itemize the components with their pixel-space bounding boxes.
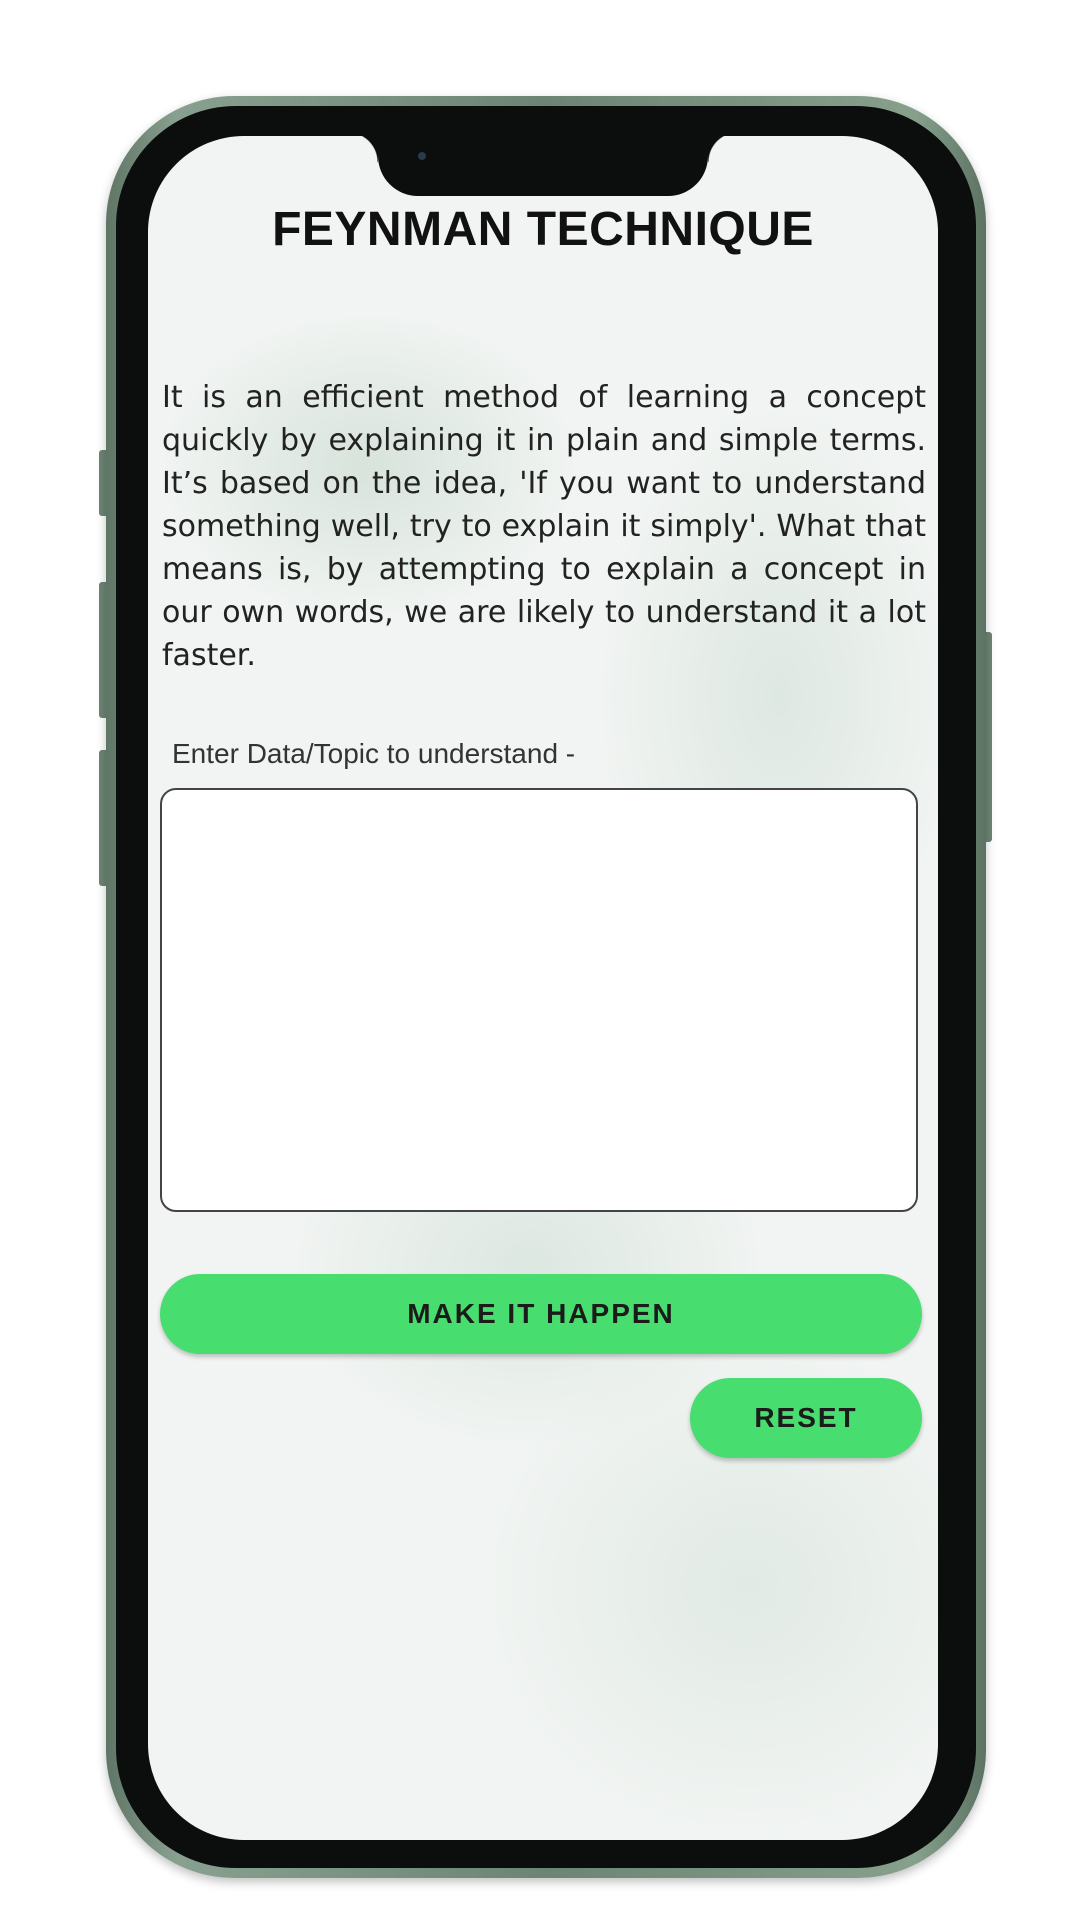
front-camera-icon <box>418 152 426 160</box>
topic-input[interactable] <box>160 788 918 1212</box>
reset-button[interactable]: RESET <box>690 1378 922 1458</box>
app-screen: FEYNMAN TECHNIQUE It is an efficient met… <box>148 136 938 1840</box>
make-it-happen-button[interactable]: MAKE IT HAPPEN <box>160 1274 922 1354</box>
topic-input-label: Enter Data/Topic to understand - <box>172 738 576 769</box>
technique-description: It is an efficient method of learning a … <box>162 380 926 673</box>
page-title: FEYNMAN TECHNIQUE <box>272 203 814 256</box>
phone-notch <box>348 136 738 196</box>
mockup-stage: FEYNMAN TECHNIQUE It is an efficient met… <box>0 0 1080 1920</box>
